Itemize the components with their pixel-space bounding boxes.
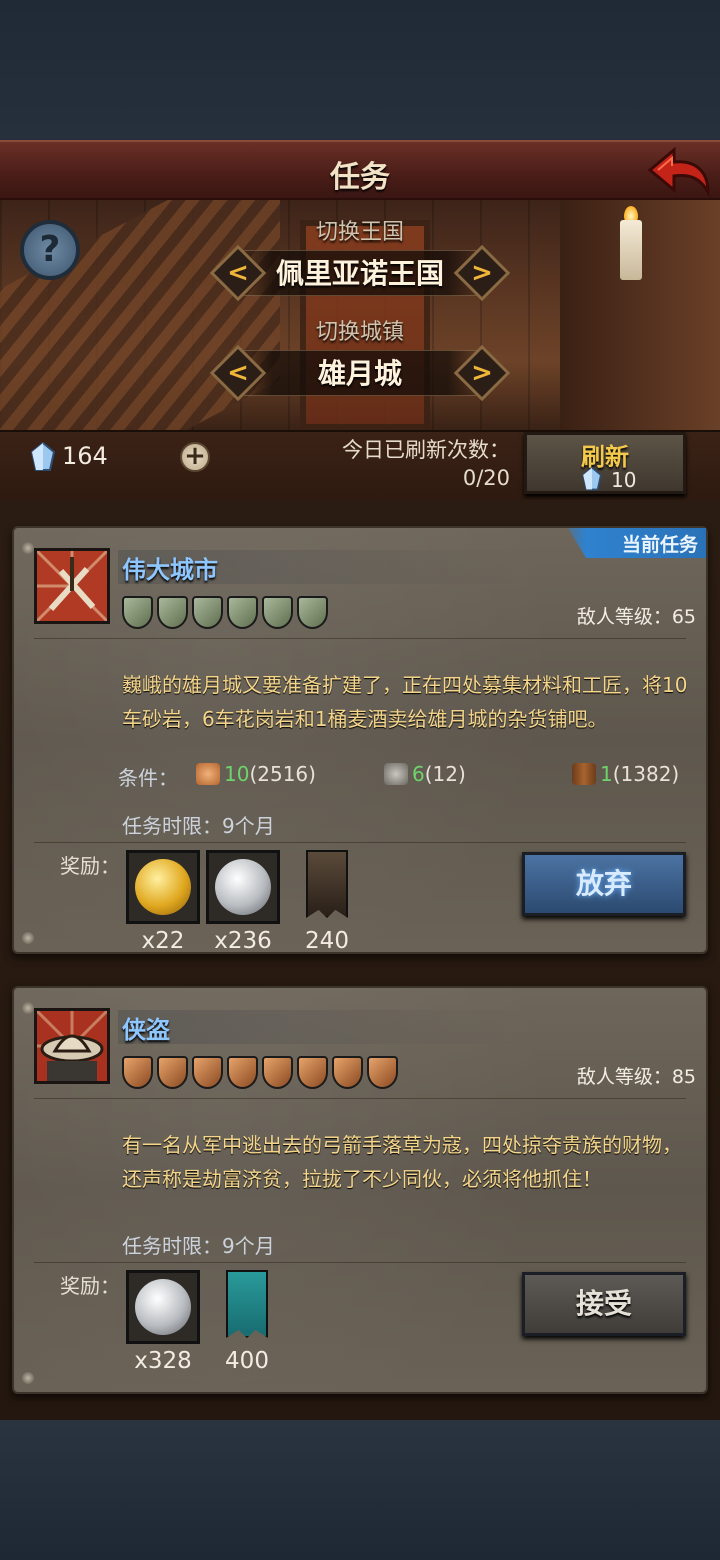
town-name: 雄月城 bbox=[235, 350, 485, 396]
silver-coin-icon bbox=[215, 859, 271, 915]
shield-icon bbox=[227, 1056, 258, 1089]
back-arrow-icon[interactable] bbox=[646, 146, 712, 198]
top-letterbox bbox=[0, 0, 720, 140]
shield-icon bbox=[262, 596, 293, 629]
kingdom-name: 佩里亚诺王国 bbox=[235, 250, 485, 296]
accept-quest-button[interactable]: 接受 bbox=[522, 1272, 686, 1336]
conditions-label: 条件： bbox=[118, 766, 178, 790]
reward-label: 奖励： bbox=[60, 854, 120, 878]
crystal-icon bbox=[30, 442, 56, 471]
shield-icon bbox=[297, 596, 328, 629]
silver-coin-icon bbox=[135, 1279, 191, 1335]
enemy-level: 敌人等级：85 bbox=[576, 1066, 696, 1088]
sandstone-icon bbox=[196, 763, 220, 785]
quest-card: 当前任务 伟大城市 敌人等级：65 巍峨的雄月城又要准备扩建了，正在四处募集材料… bbox=[12, 526, 708, 954]
rivet-icon bbox=[22, 932, 34, 944]
chevron-right-icon: > bbox=[471, 258, 493, 288]
refresh-times-label: 今日已刷新次数： bbox=[342, 438, 510, 462]
granite-icon bbox=[384, 763, 408, 785]
divider bbox=[34, 1262, 686, 1263]
rivet-icon bbox=[22, 1002, 34, 1014]
town-switch-label: 切换城镇 bbox=[315, 320, 404, 345]
reward-dark-banner: 240 bbox=[290, 850, 364, 954]
kingdom-switch-label: 切换王国 bbox=[315, 220, 404, 245]
difficulty-shields bbox=[122, 596, 328, 629]
shield-icon bbox=[332, 1056, 363, 1089]
shield-icon bbox=[367, 1056, 398, 1089]
quest-title: 伟大城市 bbox=[122, 556, 218, 584]
shield-icon bbox=[192, 1056, 223, 1089]
reward-silver-coin: x328 bbox=[126, 1270, 200, 1374]
dark-banner-icon bbox=[306, 850, 348, 918]
difficulty-shields bbox=[122, 1056, 398, 1089]
name-bar-decoration bbox=[118, 1010, 538, 1044]
quest-title: 侠盗 bbox=[122, 1016, 170, 1044]
crystal-count: 164 bbox=[62, 442, 108, 470]
shield-icon bbox=[157, 1056, 188, 1089]
rivet-icon bbox=[22, 542, 34, 554]
shield-icon bbox=[297, 1056, 328, 1089]
crystal-icon bbox=[582, 467, 602, 491]
bottom-letterbox bbox=[0, 1420, 720, 1560]
quest-description: 巍峨的雄月城又要准备扩建了，正在四处募集材料和工匠，将10车砂岩，6车花岗岩和1… bbox=[122, 673, 688, 731]
enemy-level: 敌人等级：65 bbox=[576, 606, 696, 628]
shield-icon bbox=[122, 1056, 153, 1089]
header-bar: 任务 bbox=[0, 140, 720, 200]
chevron-left-icon: < bbox=[227, 258, 249, 288]
page-title: 任务 bbox=[330, 160, 390, 195]
reward-gold-coin: x22 bbox=[126, 850, 200, 954]
shield-icon bbox=[227, 596, 258, 629]
reward-label: 奖励： bbox=[60, 1274, 120, 1298]
divider bbox=[34, 638, 686, 639]
chevron-right-icon: > bbox=[471, 358, 493, 388]
teal-banner-icon bbox=[226, 1270, 268, 1338]
shield-icon bbox=[157, 596, 188, 629]
abandon-quest-button[interactable]: 放弃 bbox=[522, 852, 686, 916]
shield-icon bbox=[122, 596, 153, 629]
quest-description: 有一名从军中逃出去的弓箭手落草为寇，四处掠夺贵族的财物，还声称是劫富济贫，拉拢了… bbox=[122, 1133, 682, 1191]
gold-coin-icon bbox=[135, 859, 191, 915]
refresh-button-label: 刷新 bbox=[581, 443, 629, 471]
divider bbox=[34, 1098, 686, 1099]
condition-granite: 6(12) bbox=[384, 762, 466, 786]
condition-sandstone: 10(2516) bbox=[196, 762, 316, 786]
rivet-icon bbox=[22, 1372, 34, 1384]
add-crystal-button[interactable]: + bbox=[180, 442, 210, 472]
chevron-left-icon: < bbox=[227, 358, 249, 388]
quest-card: 侠盗 敌人等级：85 有一名从军中逃出去的弓箭手落草为寇，四处掠夺贵族的财物，还… bbox=[12, 986, 708, 1394]
shield-icon bbox=[262, 1056, 293, 1089]
bandit-quest-icon bbox=[34, 1008, 110, 1084]
refresh-times-count: 0/20 bbox=[462, 466, 510, 490]
current-quest-tag: 当前任务 bbox=[568, 528, 706, 558]
ale-barrel-icon bbox=[572, 763, 596, 785]
divider bbox=[34, 842, 686, 843]
refresh-cost: 10 bbox=[611, 468, 637, 492]
time-limit: 任务时限：9个月 bbox=[122, 814, 275, 838]
resource-bar: 164 + 今日已刷新次数： 0/20 刷新 10 bbox=[0, 430, 720, 500]
shield-icon bbox=[192, 596, 223, 629]
reward-silver-coin: x236 bbox=[206, 850, 280, 954]
quest-list: 当前任务 伟大城市 敌人等级：65 巍峨的雄月城又要准备扩建了，正在四处募集材料… bbox=[0, 500, 720, 1420]
condition-ale: 1(1382) bbox=[572, 762, 679, 786]
refresh-button[interactable]: 刷新 10 bbox=[524, 432, 686, 494]
city-quest-icon bbox=[34, 548, 110, 624]
reward-teal-banner: 400 bbox=[210, 1270, 284, 1374]
time-limit: 任务时限：9个月 bbox=[122, 1234, 275, 1258]
plus-icon: + bbox=[184, 441, 206, 471]
